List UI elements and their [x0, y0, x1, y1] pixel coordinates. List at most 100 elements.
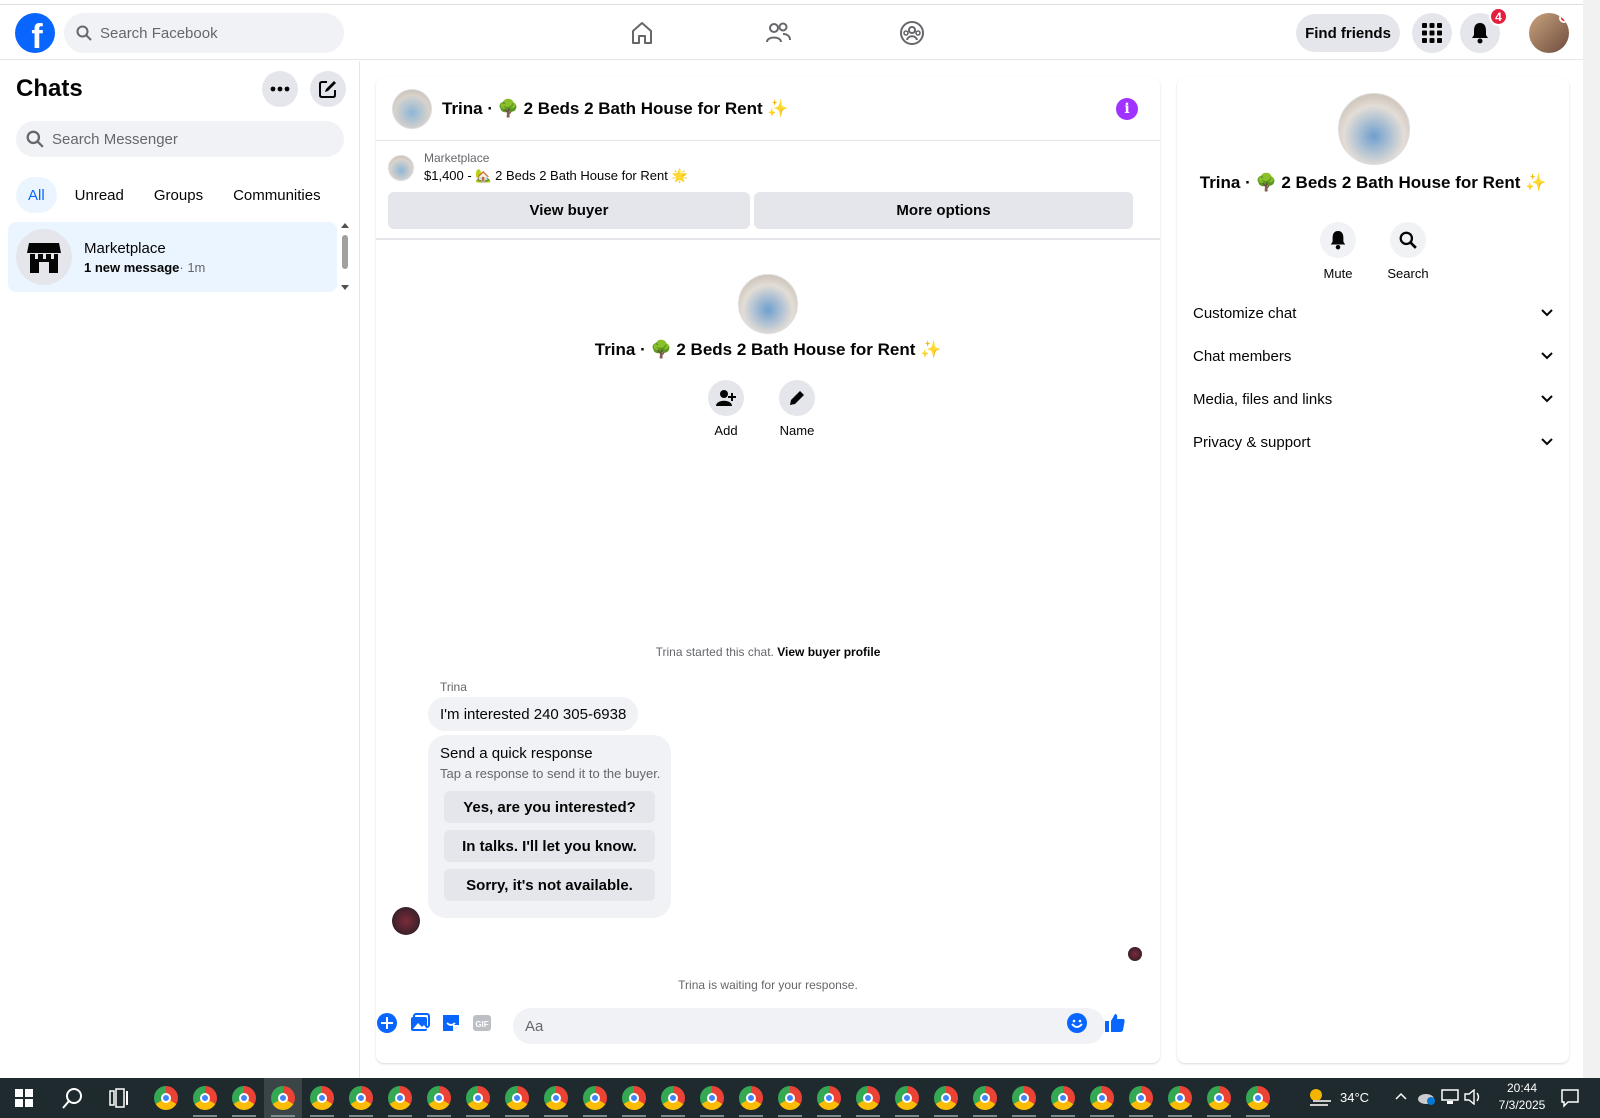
taskbar-browser-window-19[interactable] — [849, 1078, 887, 1118]
facebook-logo-icon[interactable]: f — [15, 13, 55, 53]
sticker-icon[interactable] — [440, 1012, 462, 1034]
more-options-button[interactable]: More options — [754, 192, 1133, 229]
chat-list-scrollbar[interactable] — [341, 222, 349, 292]
taskbar-browser-window-26[interactable] — [1122, 1078, 1160, 1118]
taskbar-browser-window-20[interactable] — [888, 1078, 926, 1118]
filter-all[interactable]: All — [16, 177, 57, 213]
media-files-links-section[interactable]: Media, files and links — [1193, 379, 1553, 419]
taskbar-browser-window-1[interactable] — [147, 1078, 185, 1118]
conversation-avatar[interactable] — [392, 88, 432, 129]
taskbar-browser-window-27[interactable] — [1161, 1078, 1199, 1118]
plus-circle-icon[interactable] — [376, 1012, 398, 1034]
taskbar-browser-window-16[interactable] — [732, 1078, 770, 1118]
quick-reply-not-available[interactable]: Sorry, it's not available. — [444, 869, 655, 901]
running-indicator — [1129, 1115, 1153, 1117]
mute-action[interactable]: Mute — [1308, 222, 1368, 281]
taskbar-browser-window-22[interactable] — [966, 1078, 1004, 1118]
messenger-search-input[interactable]: Search Messenger — [16, 121, 344, 157]
taskbar-browser-window-14[interactable] — [654, 1078, 692, 1118]
menu-button[interactable] — [1412, 13, 1452, 53]
taskbar-browser-window-15[interactable] — [693, 1078, 731, 1118]
taskbar-browser-window-3[interactable] — [225, 1078, 263, 1118]
task-view-icon[interactable] — [109, 1088, 129, 1108]
running-indicator — [1090, 1115, 1114, 1117]
filter-unread[interactable]: Unread — [63, 177, 136, 213]
account-avatar[interactable] — [1529, 13, 1569, 53]
chrome-icon — [271, 1086, 295, 1110]
taskbar-browser-window-4[interactable] — [264, 1078, 302, 1118]
gif-icon[interactable]: GIF — [471, 1012, 493, 1034]
view-buyer-profile-link[interactable]: View buyer profile — [777, 645, 880, 659]
thumbs-up-icon[interactable] — [1104, 1012, 1126, 1034]
chat-time: · 1m — [179, 259, 206, 275]
search-icon[interactable] — [62, 1087, 84, 1109]
add-people-action[interactable]: Add — [696, 380, 756, 438]
chrome-icon — [466, 1086, 490, 1110]
sender-avatar[interactable] — [392, 907, 420, 935]
filter-groups[interactable]: Groups — [142, 177, 215, 213]
taskbar-browser-window-7[interactable] — [381, 1078, 419, 1118]
clock-time[interactable]: 20:44 — [1497, 1081, 1547, 1095]
taskbar-browser-window-23[interactable] — [1005, 1078, 1043, 1118]
find-friends-button[interactable]: Find friends — [1296, 14, 1400, 52]
windows-taskbar: 34°C 20:44 7/3/2025 — [0, 1078, 1600, 1118]
photo-icon[interactable] — [408, 1012, 430, 1034]
filter-communities[interactable]: Communities — [221, 177, 333, 213]
taskbar-browser-window-9[interactable] — [459, 1078, 497, 1118]
taskbar-browser-window-10[interactable] — [498, 1078, 536, 1118]
taskbar-browser-window-21[interactable] — [927, 1078, 965, 1118]
section-label: Privacy & support — [1193, 433, 1311, 451]
running-indicator — [310, 1115, 334, 1117]
message-input[interactable]: Aa — [513, 1008, 1105, 1044]
weather-temp[interactable]: 34°C — [1340, 1090, 1369, 1105]
taskbar-browser-window-28[interactable] — [1200, 1078, 1238, 1118]
running-indicator — [505, 1115, 529, 1117]
new-message-button[interactable] — [310, 71, 346, 107]
name-chat-action[interactable]: Name — [767, 380, 827, 438]
incoming-message-bubble[interactable]: I'm interested 240 305-6938 — [428, 697, 639, 731]
chat-options-button[interactable] — [262, 71, 298, 107]
conversation-title[interactable]: Trina · 🌳 2 Beds 2 Bath House for Rent ✨ — [442, 99, 789, 119]
home-icon[interactable] — [628, 19, 656, 47]
customize-chat-section[interactable]: Customize chat — [1193, 293, 1553, 333]
listing-summary[interactable]: Marketplace $1,400 - 🏡 2 Beds 2 Bath Hou… — [388, 151, 688, 184]
view-buyer-button[interactable]: View buyer — [388, 192, 750, 229]
chevron-down-icon — [1541, 438, 1553, 446]
notification-center-icon[interactable] — [1560, 1088, 1580, 1108]
taskbar-browser-window-2[interactable] — [186, 1078, 224, 1118]
taskbar-browser-window-24[interactable] — [1044, 1078, 1082, 1118]
info-icon[interactable]: i — [1116, 98, 1138, 120]
taskbar-browser-window-13[interactable] — [615, 1078, 653, 1118]
taskbar-browser-window-12[interactable] — [576, 1078, 614, 1118]
chevron-down-icon — [1541, 352, 1553, 360]
chat-list-item-marketplace[interactable]: Marketplace 1 new message· 1m — [8, 222, 337, 292]
quick-reply-in-talks[interactable]: In talks. I'll let you know. — [444, 830, 655, 862]
taskbar-browser-window-25[interactable] — [1083, 1078, 1121, 1118]
taskbar-browser-window-8[interactable] — [420, 1078, 458, 1118]
taskbar-browser-window-5[interactable] — [303, 1078, 341, 1118]
emoji-icon[interactable] — [1066, 1012, 1088, 1034]
facebook-search-input[interactable]: Search Facebook — [64, 13, 344, 53]
clock-date[interactable]: 7/3/2025 — [1493, 1098, 1551, 1112]
taskbar-browser-window-18[interactable] — [810, 1078, 848, 1118]
taskbar-browser-window-29[interactable] — [1239, 1078, 1277, 1118]
quick-reply-yes[interactable]: Yes, are you interested? — [444, 791, 655, 823]
friends-icon[interactable] — [764, 19, 792, 47]
notifications-button[interactable]: 4 — [1460, 7, 1508, 53]
chevron-up-icon[interactable] — [1395, 1092, 1407, 1100]
conversation-header: Trina · 🌳 2 Beds 2 Bath House for Rent ✨… — [376, 77, 1160, 141]
volume-icon[interactable] — [1464, 1089, 1482, 1105]
groups-icon[interactable] — [898, 19, 926, 47]
taskbar-browser-window-6[interactable] — [342, 1078, 380, 1118]
page-scrollbar[interactable] — [1583, 0, 1600, 1078]
listing-divider — [376, 238, 1160, 240]
taskbar-browser-window-11[interactable] — [537, 1078, 575, 1118]
chat-members-section[interactable]: Chat members — [1193, 336, 1553, 376]
onedrive-icon[interactable] — [1416, 1088, 1436, 1106]
search-in-chat-action[interactable]: Search — [1378, 222, 1438, 281]
windows-start-icon[interactable] — [15, 1089, 33, 1107]
taskbar-browser-window-17[interactable] — [771, 1078, 809, 1118]
privacy-support-section[interactable]: Privacy & support — [1193, 422, 1553, 462]
network-icon[interactable] — [1441, 1089, 1459, 1105]
conversation-intro-title: Trina · 🌳 2 Beds 2 Bath House for Rent ✨ — [594, 340, 942, 359]
